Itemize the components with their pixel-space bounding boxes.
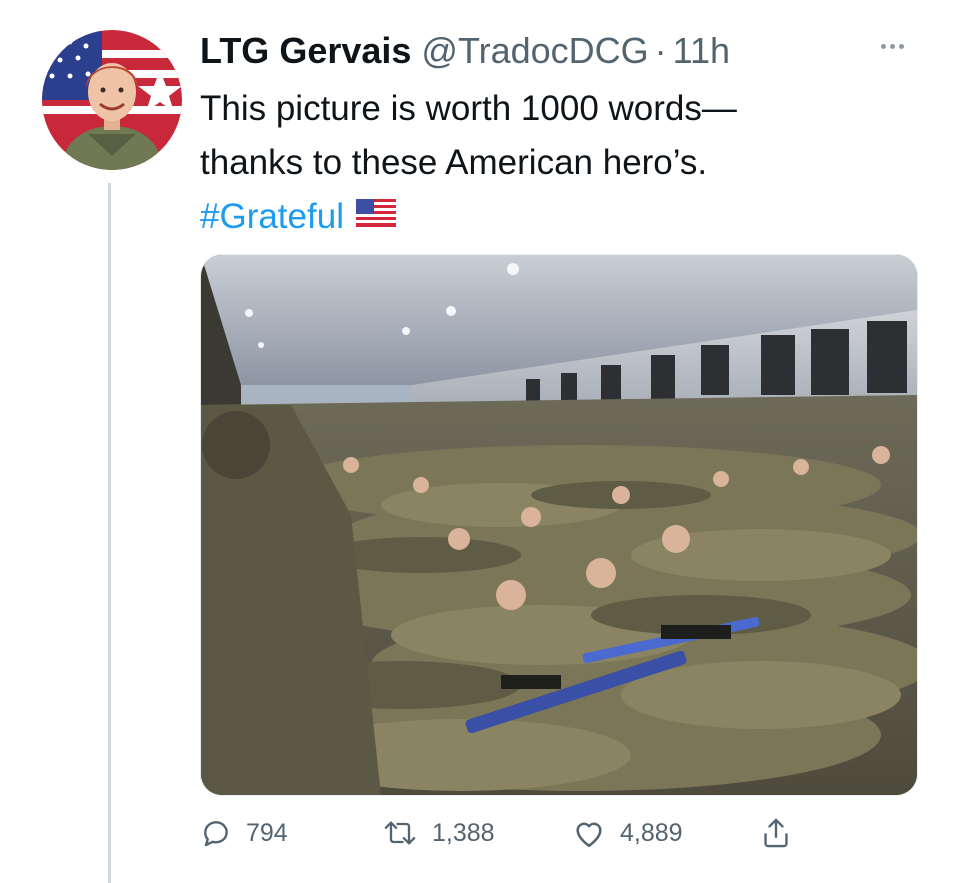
share-icon — [760, 816, 792, 850]
thread-line — [108, 183, 111, 883]
retweet-button[interactable]: 1,388 — [382, 808, 495, 858]
reply-count: 794 — [246, 818, 288, 847]
tweet-text: This picture is worth 1000 words— thanks… — [200, 82, 900, 246]
separator-dot: · — [654, 30, 667, 71]
share-button[interactable] — [760, 808, 792, 858]
retweet-icon — [382, 817, 418, 849]
photo-soldiers-resting — [201, 255, 917, 795]
reply-button[interactable]: 794 — [200, 808, 288, 858]
hashtag-link[interactable]: #Grateful — [200, 197, 344, 236]
tweet-text-line: thanks to these American hero’s. — [200, 143, 708, 182]
like-count: 4,889 — [620, 818, 683, 847]
us-flag-icon — [355, 189, 396, 243]
tweet-text-line: #Grateful — [200, 190, 900, 246]
author-avatar[interactable] — [42, 30, 182, 170]
more-options-icon[interactable] — [872, 34, 912, 58]
tweet-header: LTG Gervais @TradocDCG · 11h — [200, 26, 730, 76]
tweet-photo[interactable] — [200, 254, 918, 796]
tweet-actions: 794 1,388 4,889 — [200, 808, 800, 858]
author-handle[interactable]: @TradocDCG — [421, 30, 648, 72]
tweet-text-line: This picture is worth 1000 words— — [200, 89, 737, 128]
author-display-name[interactable]: LTG Gervais — [200, 30, 411, 72]
reply-icon — [200, 817, 232, 849]
tweet-timestamp[interactable]: 11h — [673, 30, 730, 72]
avatar-image — [42, 30, 182, 170]
heart-icon — [572, 817, 606, 849]
retweet-count: 1,388 — [432, 818, 495, 847]
like-button[interactable]: 4,889 — [572, 808, 683, 858]
